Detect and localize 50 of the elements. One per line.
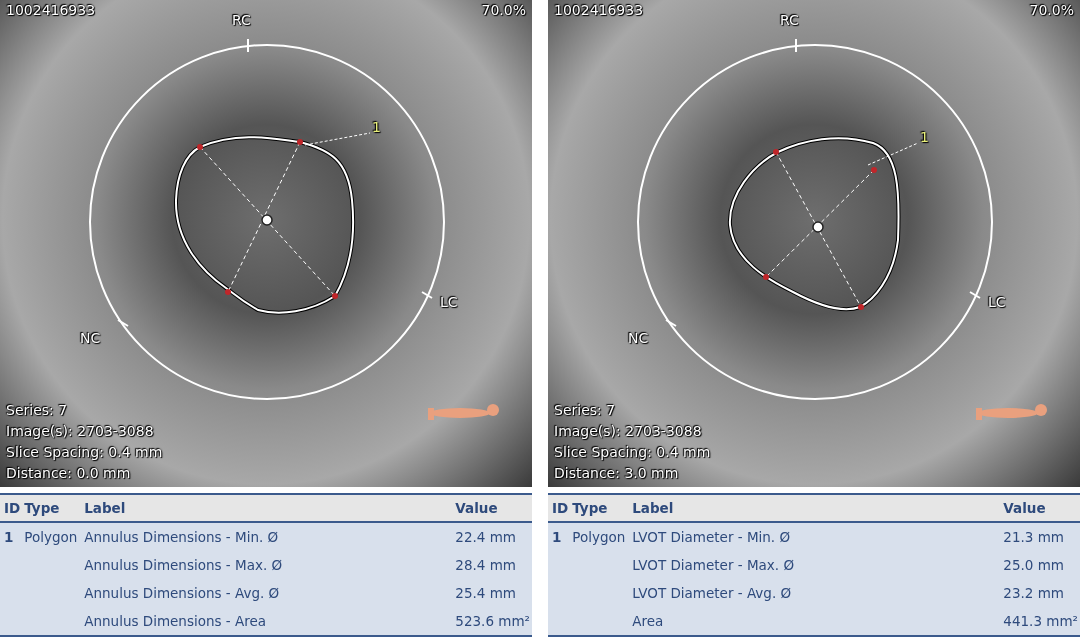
column-header: Label — [630, 494, 1002, 522]
series-info-text: Distance: 3.0 mm — [554, 465, 680, 481]
table-cell: 441.3 mm² — [1001, 607, 1080, 636]
table-cell: LVOT Diameter - Avg. Ø — [630, 579, 1002, 607]
series-info-text: Series: 7 — [6, 402, 69, 418]
table-cell: Area — [630, 607, 1002, 636]
table-cell: 22.4 mm — [453, 522, 532, 551]
column-header: ID — [548, 494, 571, 522]
orientation-label: LC — [440, 294, 458, 310]
table-cell: Annulus Dimensions - Area — [82, 607, 454, 636]
column-header: Value — [1001, 494, 1080, 522]
patient-id: 1002416933 — [554, 2, 644, 18]
orientation-label: NC — [628, 330, 649, 346]
series-info-text: Slice Spacing: 0.4 mm — [6, 444, 163, 460]
table-cell: Annulus Dimensions - Max. Ø — [82, 551, 454, 579]
table-cell: 523.6 mm² — [453, 607, 532, 636]
table-cell: 25.0 mm — [1001, 551, 1080, 579]
table-cell: LVOT Diameter - Min. Ø — [630, 522, 1002, 551]
zoom-level: 70.0% — [481, 2, 526, 18]
body-figure-icon — [428, 404, 499, 420]
column-header: Label — [82, 494, 454, 522]
column-header: ID — [0, 494, 23, 522]
table-cell: 23.2 mm — [1001, 579, 1080, 607]
orientation-label: RC — [232, 12, 251, 28]
orientation-label: RC — [780, 12, 799, 28]
column-header: Value — [453, 494, 532, 522]
table-cell: Annulus Dimensions - Min. Ø — [82, 522, 454, 551]
table-cell: 1 — [0, 522, 23, 551]
table-cell: 25.4 mm — [453, 579, 532, 607]
body-figure-icon — [976, 404, 1047, 420]
table-cell: 28.4 mm — [453, 551, 532, 579]
column-header: Type — [22, 494, 83, 522]
column-header: Type — [570, 494, 631, 522]
series-info-text: Distance: 0.0 mm — [6, 465, 132, 481]
series-info-text: Image(s): 2703-3088 — [6, 423, 155, 439]
table-cell: 1 — [548, 522, 571, 551]
measurement-number: 1 — [920, 129, 929, 145]
orientation-label: LC — [988, 294, 1006, 310]
table-cell: Polygon — [570, 522, 631, 551]
orientation-label: NC — [80, 330, 101, 346]
series-info-text: Series: 7 — [554, 402, 617, 418]
zoom-level: 70.0% — [1029, 2, 1074, 18]
table-cell: 21.3 mm — [1001, 522, 1080, 551]
table-cell: Polygon — [22, 522, 83, 551]
measurement-number: 1 — [372, 119, 381, 135]
series-info-text: Image(s): 2703-3088 — [554, 423, 703, 439]
series-info-text: Slice Spacing: 0.4 mm — [554, 444, 711, 460]
table-cell: LVOT Diameter - Max. Ø — [630, 551, 1002, 579]
patient-id: 1002416933 — [6, 2, 96, 18]
table-cell: Annulus Dimensions - Avg. Ø — [82, 579, 454, 607]
